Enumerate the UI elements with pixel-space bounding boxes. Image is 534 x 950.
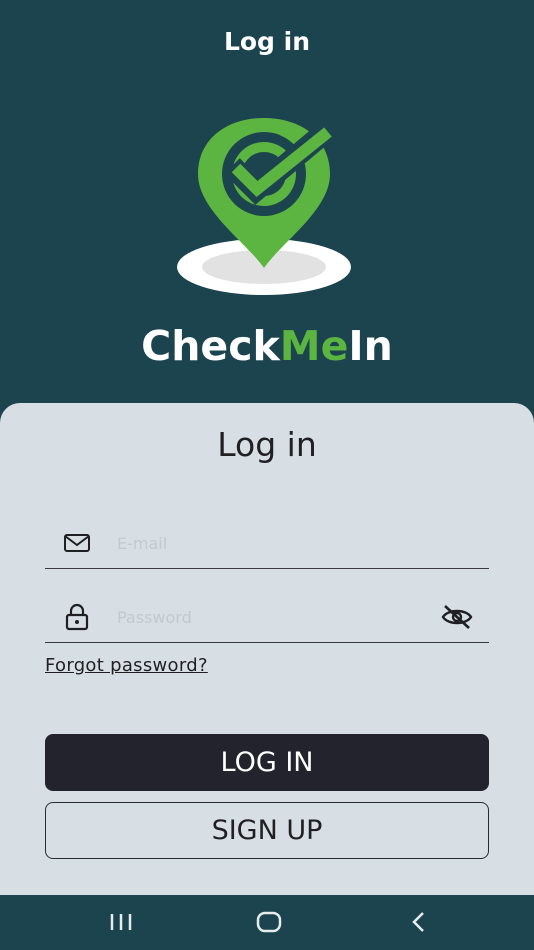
- system-nav-bar: [0, 895, 534, 950]
- password-input[interactable]: [117, 601, 417, 633]
- app-bar-title: Log in: [223, 26, 311, 56]
- brand-part-me: Me: [279, 322, 349, 370]
- login-button[interactable]: LOG IN: [45, 734, 489, 791]
- app-bar: Log in: [0, 0, 534, 82]
- brand-part-check: Check: [141, 322, 280, 370]
- email-field: [45, 519, 489, 569]
- location-check-logo-icon: [177, 118, 351, 295]
- login-card: Log in Forgot password? LOG IN SIGN UP: [0, 403, 534, 895]
- home-icon[interactable]: [254, 909, 284, 935]
- password-field: [45, 593, 489, 643]
- recent-apps-icon[interactable]: [106, 909, 136, 935]
- lock-icon: [65, 603, 89, 631]
- signup-button[interactable]: SIGN UP: [45, 802, 489, 859]
- logo: [0, 110, 534, 310]
- email-input[interactable]: [117, 527, 417, 559]
- brand-name: CheckMeIn: [0, 322, 534, 370]
- back-icon[interactable]: [404, 909, 434, 935]
- brand-part-in: In: [348, 322, 393, 370]
- form-title: Log in: [217, 425, 317, 464]
- forgot-password-link[interactable]: Forgot password?: [45, 655, 208, 676]
- eye-off-icon[interactable]: [441, 603, 473, 631]
- mail-icon: [64, 534, 90, 552]
